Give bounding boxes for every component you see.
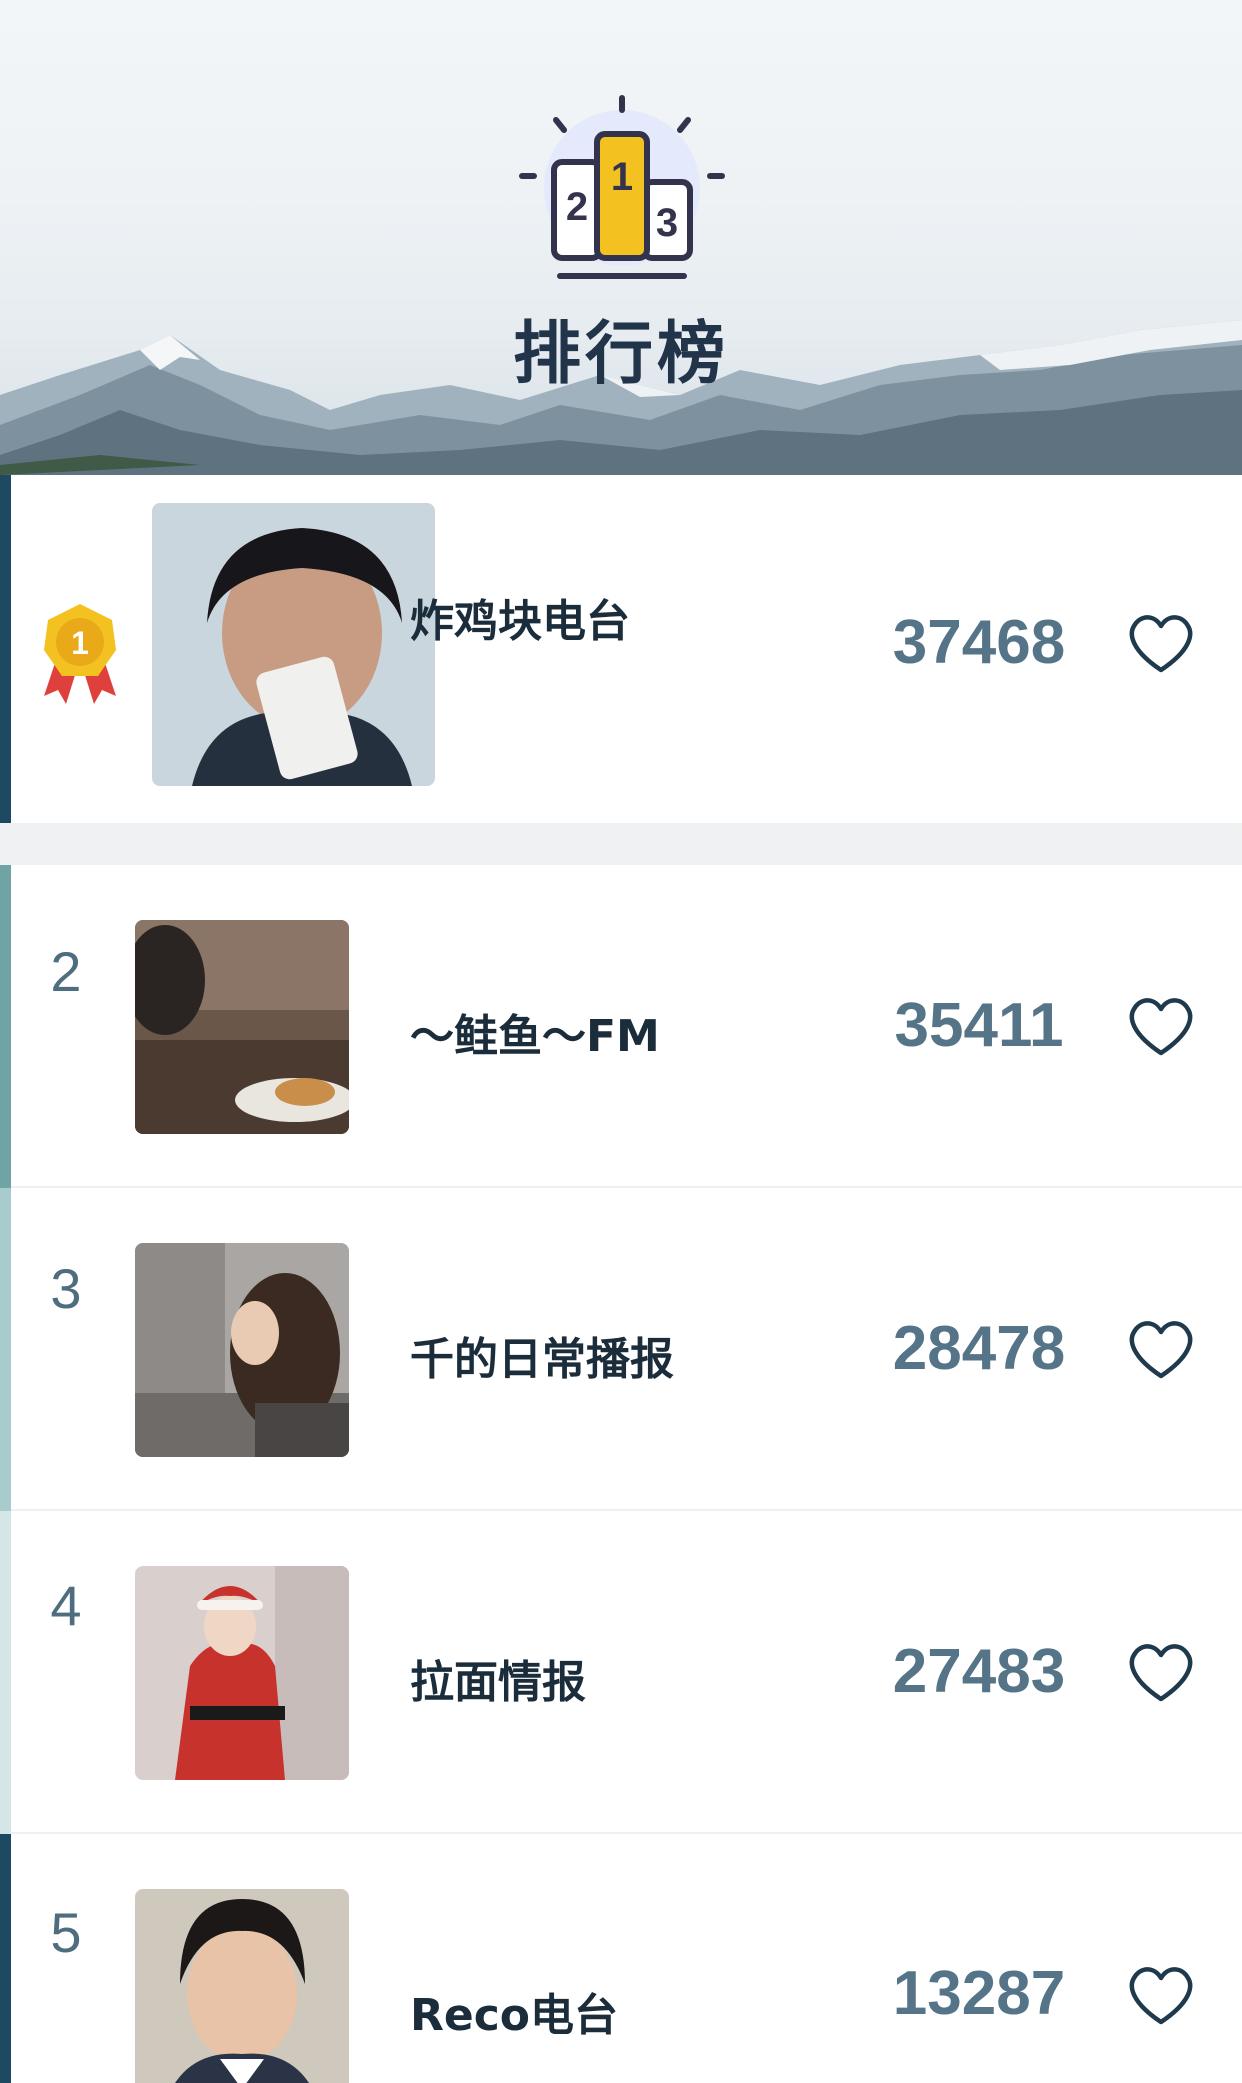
podium-number-2: 2 bbox=[566, 185, 588, 229]
ranking-row-1[interactable]: 炸鸡块电台 37468 bbox=[0, 475, 1242, 823]
rank-accent-bar bbox=[0, 1188, 11, 1511]
medal-rank: 1 bbox=[71, 625, 89, 661]
heart-icon[interactable] bbox=[1126, 1964, 1196, 2026]
gold-medal-icon: 1 bbox=[44, 604, 116, 704]
vote-count: 37468 bbox=[892, 608, 1066, 677]
page-title: 排行榜 bbox=[512, 315, 729, 394]
ranking-row-4[interactable]: 4 拉面情报 27483 bbox=[0, 1511, 1242, 1834]
ranking-row-2[interactable]: 2 ～鲑鱼～FM 35411 bbox=[0, 865, 1242, 1188]
station-name: 千的日常播报 bbox=[410, 1334, 674, 1385]
vote-count: 28478 bbox=[892, 1314, 1066, 1383]
rank-number: 5 bbox=[50, 1901, 82, 1964]
avatar-image bbox=[135, 1889, 349, 2083]
station-name: 炸鸡块电台 bbox=[410, 596, 630, 647]
rank-accent-bar bbox=[0, 1511, 11, 1834]
avatar-image bbox=[135, 920, 349, 1134]
heart-icon[interactable] bbox=[1126, 995, 1196, 1057]
avatar[interactable] bbox=[135, 920, 349, 1134]
rank-accent-bar bbox=[0, 1834, 11, 2083]
avatar[interactable] bbox=[135, 1889, 349, 2083]
avatar[interactable] bbox=[135, 1566, 349, 1780]
ranking-row-3[interactable]: 3 千的日常播报 28478 bbox=[0, 1188, 1242, 1511]
rank-number: 3 bbox=[50, 1257, 82, 1320]
rank-number: 4 bbox=[50, 1574, 82, 1637]
ranking-row-5[interactable]: 5 Reco电台 13287 bbox=[0, 1834, 1242, 2083]
vote-count: 35411 bbox=[894, 991, 1064, 1060]
heart-icon[interactable] bbox=[1126, 1641, 1196, 1703]
station-name: Reco电台 bbox=[410, 1990, 619, 2041]
rank-number: 2 bbox=[50, 940, 82, 1003]
vote-count: 13287 bbox=[892, 1959, 1066, 2028]
avatar-image bbox=[135, 1566, 349, 1780]
avatar[interactable] bbox=[152, 503, 435, 786]
podium-icon: 2 1 3 bbox=[519, 95, 725, 279]
podium-number-3: 3 bbox=[656, 201, 678, 245]
vote-count: 27483 bbox=[892, 1637, 1066, 1706]
avatar-image bbox=[152, 503, 435, 786]
rank-accent-bar bbox=[0, 865, 11, 1188]
avatar[interactable] bbox=[135, 1243, 349, 1457]
heart-icon[interactable] bbox=[1126, 1318, 1196, 1380]
section-divider bbox=[0, 823, 1242, 865]
heart-icon[interactable] bbox=[1126, 612, 1196, 674]
station-name: 拉面情报 bbox=[410, 1657, 586, 1708]
header-banner: 2 1 3 排行榜 bbox=[0, 0, 1242, 475]
station-name: ～鲑鱼～FM bbox=[410, 1011, 660, 1062]
rank-accent-bar bbox=[0, 475, 11, 823]
podium-number-1: 1 bbox=[611, 155, 633, 199]
avatar-image bbox=[135, 1243, 349, 1457]
